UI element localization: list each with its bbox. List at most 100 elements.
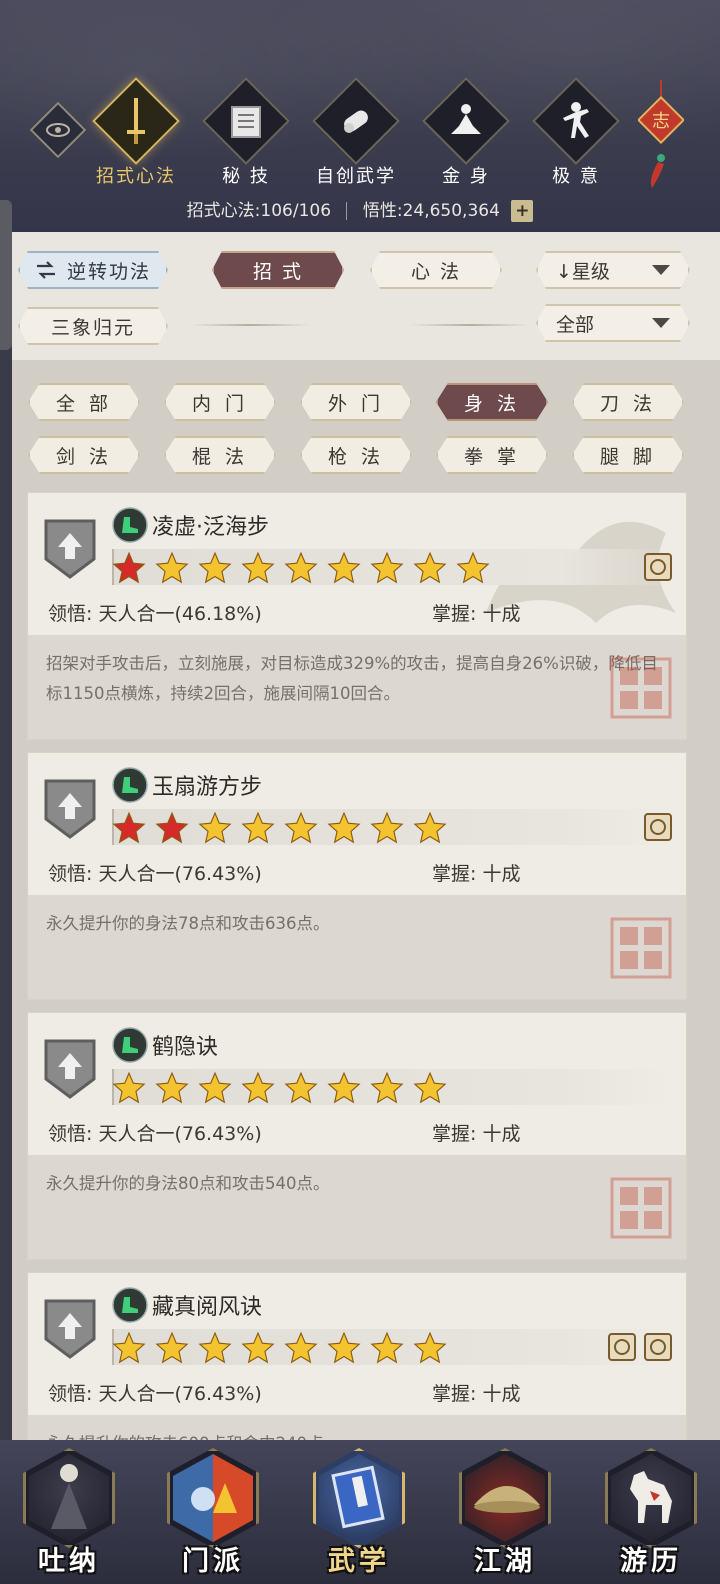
category-self-created[interactable]: 自创武学 bbox=[310, 77, 402, 188]
seal-badge-icon[interactable] bbox=[644, 553, 672, 581]
scroll-icon bbox=[344, 110, 368, 133]
chevron-down-icon bbox=[652, 318, 670, 328]
comprehension-value: 天人合一(76.43%) bbox=[98, 1383, 262, 1405]
upgrade-shield-icon[interactable] bbox=[42, 1035, 98, 1101]
chip-label: 剑 法 bbox=[55, 445, 113, 468]
sort-dropdown[interactable]: ↓星级 bbox=[536, 251, 690, 289]
tab-mind[interactable]: 心 法 bbox=[370, 251, 502, 289]
gold-star-icon bbox=[327, 1071, 361, 1105]
sort-label: ↓星级 bbox=[556, 260, 610, 283]
comprehension-row: 领悟: 天人合一(46.18%) bbox=[48, 599, 262, 626]
gear-badge-icon[interactable] bbox=[608, 1333, 636, 1361]
stats-label: 招式心法: bbox=[186, 201, 261, 221]
gold-star-icon bbox=[327, 811, 361, 845]
reverse-skill-button[interactable]: 逆转功法 bbox=[18, 251, 168, 289]
gold-star-icon bbox=[198, 551, 232, 585]
skill-card[interactable]: 玉扇游方步 领悟: 天人合一(76.43%) 掌握: 十成 永久提升你的身法78点和攻… bbox=[27, 752, 687, 1000]
comprehension-label: 领悟: bbox=[48, 863, 93, 885]
skill-name: 藏真阅风诀 bbox=[152, 1295, 263, 1320]
horse-icon bbox=[630, 1471, 672, 1523]
mastery-label: 掌握: bbox=[432, 603, 477, 625]
comprehension-row: 领悟: 天人合一(76.43%) bbox=[48, 1119, 262, 1146]
red-star-icon bbox=[112, 811, 146, 845]
nav-travel[interactable]: 游历 bbox=[596, 1448, 706, 1584]
gold-star-icon bbox=[241, 811, 275, 845]
skill-card[interactable]: 鹤隐诀 领悟: 天人合一(76.43%) 掌握: 十成 永久提升你的身法80点和攻击5… bbox=[27, 1012, 687, 1260]
sword-icon bbox=[127, 98, 145, 144]
chinese-knot-icon[interactable]: 志 bbox=[638, 80, 684, 190]
seal-stamp-icon bbox=[610, 917, 672, 979]
skill-card[interactable]: 凌虚·泛海步 领悟: 天人合一(46.18%) 掌握: 十成 招架对手攻击后，立刻施展… bbox=[27, 492, 687, 740]
scroll-badge-icon[interactable] bbox=[644, 1333, 672, 1361]
gold-star-icon bbox=[198, 1331, 232, 1365]
filter-dropdown-label: 全部 bbox=[556, 313, 595, 336]
nav-label: 吐纳 bbox=[38, 1546, 100, 1577]
filter-chip-leg[interactable]: 腿 脚 bbox=[572, 436, 684, 474]
filter-chip-inner[interactable]: 内 门 bbox=[164, 383, 276, 421]
gold-star-icon bbox=[112, 1331, 146, 1365]
category-secret-skill[interactable]: 秘 技 bbox=[200, 77, 292, 188]
gold-star-icon bbox=[370, 1331, 404, 1365]
gold-star-icon bbox=[284, 1071, 318, 1105]
category-label: 自创武学 bbox=[316, 166, 396, 187]
filter-dropdown[interactable]: 全部 bbox=[536, 304, 690, 342]
comprehension-value: 天人合一(76.43%) bbox=[98, 863, 262, 885]
merge-button[interactable]: 三象归元 bbox=[18, 307, 168, 345]
tab-moves[interactable]: 招 式 bbox=[212, 251, 344, 289]
gold-star-icon bbox=[198, 1071, 232, 1105]
insight-label: 悟性: bbox=[362, 201, 403, 221]
category-label: 极 意 bbox=[552, 166, 600, 187]
filter-chip-blade[interactable]: 刀 法 bbox=[572, 383, 684, 421]
gold-star-icon bbox=[370, 811, 404, 845]
decor-line-right bbox=[410, 324, 530, 326]
gold-star-icon bbox=[284, 1331, 318, 1365]
filter-chip-fist[interactable]: 拳 掌 bbox=[436, 436, 548, 474]
chip-label: 刀 法 bbox=[599, 392, 657, 415]
divider bbox=[346, 202, 348, 220]
comprehension-value: 天人合一(46.18%) bbox=[98, 603, 262, 625]
gold-star-icon bbox=[198, 811, 232, 845]
gold-star-icon bbox=[241, 551, 275, 585]
sect-banner-icon bbox=[191, 1483, 237, 1513]
chip-label: 身 法 bbox=[463, 392, 521, 415]
filter-chip-outer[interactable]: 外 门 bbox=[300, 383, 412, 421]
skill-description: 招架对手攻击后，立刻施展，对目标造成329%的攻击，提高自身26%识破，降低目标… bbox=[46, 654, 658, 703]
gold-star-icon bbox=[241, 1331, 275, 1365]
upgrade-shield-icon[interactable] bbox=[42, 1295, 98, 1361]
nav-jianghu[interactable]: 江湖 bbox=[450, 1448, 560, 1584]
mastery-row: 掌握: 十成 bbox=[432, 859, 520, 886]
category-golden-body[interactable]: 金 身 bbox=[420, 77, 512, 188]
category-ultimate[interactable]: 极 意 bbox=[530, 77, 622, 188]
seal-stamp-icon bbox=[610, 1177, 672, 1239]
nav-label: 游历 bbox=[620, 1546, 682, 1577]
movement-boot-icon bbox=[112, 767, 148, 803]
book-icon bbox=[231, 106, 261, 138]
red-star-icon bbox=[155, 811, 189, 845]
mastery-value: 十成 bbox=[482, 1383, 521, 1405]
nav-label: 江湖 bbox=[474, 1546, 536, 1577]
movement-boot-icon bbox=[112, 1027, 148, 1063]
comprehension-value: 天人合一(76.43%) bbox=[98, 1123, 262, 1145]
skill-description: 永久提升你的身法78点和攻击636点。 bbox=[46, 914, 330, 933]
swap-icon bbox=[35, 260, 57, 280]
filter-chip-movement[interactable]: 身 法 bbox=[436, 383, 548, 421]
filter-chip-sword[interactable]: 剑 法 bbox=[28, 436, 140, 474]
gold-star-icon bbox=[413, 551, 447, 585]
add-insight-button[interactable]: + bbox=[511, 200, 534, 222]
nav-martial-arts[interactable]: 武学 bbox=[304, 1448, 414, 1584]
reverse-label: 逆转功法 bbox=[66, 260, 151, 283]
filter-chip-spear[interactable]: 枪 法 bbox=[300, 436, 412, 474]
filter-chip-all[interactable]: 全 部 bbox=[28, 383, 140, 421]
upgrade-shield-icon[interactable] bbox=[42, 775, 98, 841]
filter-chip-staff[interactable]: 棍 法 bbox=[164, 436, 276, 474]
nav-breathing[interactable]: 吐纳 bbox=[14, 1448, 124, 1584]
skill-card[interactable]: 藏真阅风诀领悟: 天人合一(76.43%)掌握: 十成永久提升你的攻击600点和… bbox=[27, 1272, 687, 1447]
nav-sect[interactable]: 门派 bbox=[158, 1448, 268, 1584]
gold-star-icon bbox=[241, 1071, 275, 1105]
upgrade-shield-icon[interactable] bbox=[42, 515, 98, 581]
category-moves-mind[interactable]: 招式心法 bbox=[90, 77, 182, 188]
mastery-row: 掌握: 十成 bbox=[432, 1379, 520, 1406]
bow-badge-icon[interactable] bbox=[644, 813, 672, 841]
meditation-icon bbox=[451, 104, 481, 134]
side-handle[interactable] bbox=[0, 200, 12, 350]
